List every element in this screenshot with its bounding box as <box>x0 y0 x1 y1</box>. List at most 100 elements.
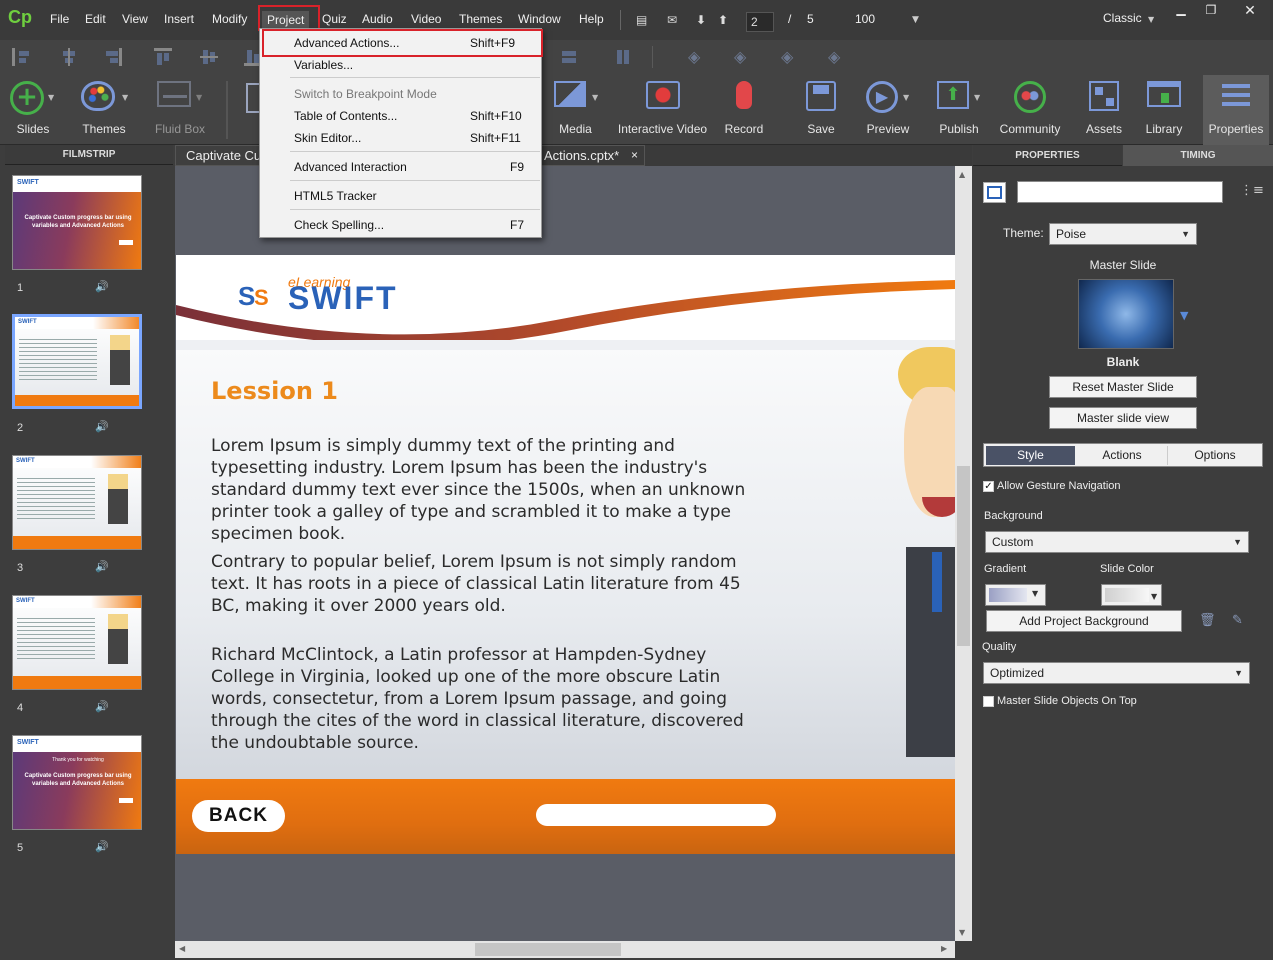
subtab-style[interactable]: Style <box>986 446 1075 465</box>
speaker-icon[interactable]: 🔊 <box>95 560 109 573</box>
horizontal-scroll-thumb[interactable] <box>475 943 621 956</box>
master-on-top-checkbox[interactable] <box>983 696 994 707</box>
arrow-up-icon[interactable]: ⬆ <box>718 14 732 26</box>
themes-dropdown-icon[interactable]: ▼ <box>122 93 128 102</box>
assets-button[interactable]: Assets <box>1080 75 1128 145</box>
save-button[interactable]: Save <box>795 75 847 145</box>
bring-to-front-icon[interactable]: ◈ <box>781 47 801 67</box>
align-right-icon[interactable] <box>104 48 122 66</box>
add-project-background-button[interactable]: Add Project Background <box>986 610 1182 632</box>
tab-properties[interactable]: PROPERTIES <box>973 145 1122 166</box>
properties-button[interactable]: Properties <box>1203 75 1269 145</box>
subtab-options[interactable]: Options <box>1170 446 1260 465</box>
mail-icon[interactable]: ✉ <box>667 14 681 26</box>
speaker-icon[interactable]: 🔊 <box>95 840 109 853</box>
tab-timing[interactable]: TIMING <box>1123 145 1273 166</box>
align-left-icon[interactable] <box>12 48 30 66</box>
menu-item-breakpoint-mode[interactable]: Switch to Breakpoint Mode <box>260 83 543 105</box>
paragraph-3[interactable]: Richard McClintock, a Latin professor at… <box>211 644 756 754</box>
slide-thumbnail-5[interactable]: SWIFT Thank you for watching Captivate C… <box>12 735 142 830</box>
interactive-video-button[interactable]: Interactive Video <box>615 75 710 145</box>
speaker-icon[interactable]: 🔊 <box>95 700 109 713</box>
media-dropdown-icon[interactable]: ▼ <box>592 93 598 102</box>
menu-help[interactable]: Help <box>579 12 604 26</box>
publish-button[interactable]: ⬆ ▼ Publish <box>930 75 988 145</box>
maximize-icon[interactable]: ❐ <box>1198 2 1224 20</box>
workspace-dropdown-icon[interactable]: ▼ <box>1148 15 1154 24</box>
text-tool-icon[interactable] <box>246 83 260 113</box>
tab-close-icon[interactable]: × <box>631 146 638 165</box>
zoom-dropdown-icon[interactable]: ▼ <box>912 15 919 25</box>
reset-master-button[interactable]: Reset Master Slide <box>1049 376 1197 398</box>
menu-window[interactable]: Window <box>518 12 561 26</box>
align-center-icon[interactable] <box>60 48 78 66</box>
library-button[interactable]: Library <box>1138 75 1190 145</box>
menu-modify[interactable]: Modify <box>212 12 247 26</box>
options-menu-icon[interactable]: ⋮≡ <box>1240 183 1264 198</box>
slide-thumbnail-4[interactable]: SWIFT <box>12 595 142 690</box>
record-button[interactable]: Record <box>718 75 770 145</box>
align-middle-icon[interactable] <box>200 48 218 66</box>
paragraph-1[interactable]: Lorem Ipsum is simply dummy text of the … <box>211 435 756 545</box>
align-top-icon[interactable] <box>154 48 172 66</box>
distribute-horizontal-icon[interactable] <box>560 48 578 66</box>
theme-dropdown[interactable]: Poise ▼ <box>1049 223 1197 245</box>
bring-forward-icon[interactable]: ◈ <box>688 47 708 67</box>
gradient-picker[interactable]: ▼ <box>985 584 1046 606</box>
menu-file[interactable]: File <box>50 12 69 26</box>
fluid-box-button[interactable]: ▼ Fluid Box <box>150 75 210 145</box>
slide-color-picker[interactable]: ▼ <box>1101 584 1162 606</box>
send-to-back-icon[interactable]: ◈ <box>828 47 848 67</box>
send-backward-icon[interactable]: ◈ <box>734 47 754 67</box>
minimize-icon[interactable]: ▁ <box>1168 2 1194 20</box>
allow-gesture-checkbox[interactable]: ✓ <box>983 481 994 492</box>
media-button[interactable]: ▼ Media <box>548 75 603 145</box>
menu-item-skin-editor[interactable]: Skin Editor... Shift+F11 <box>260 127 543 149</box>
slide-name-input[interactable] <box>1017 181 1223 203</box>
fluid-box-dropdown-icon[interactable]: ▼ <box>196 93 202 102</box>
tab-document-1[interactable]: Captivate Cu <box>175 145 260 166</box>
themes-button[interactable]: ▼ Themes <box>75 75 133 145</box>
menu-view[interactable]: View <box>122 12 148 26</box>
arrow-down-icon[interactable]: ⬇ <box>696 14 710 26</box>
slide-canvas[interactable]: S S eLearning SWIFT Lession 1 Lorem Ipsu… <box>176 255 955 854</box>
menu-audio[interactable]: Audio <box>362 12 393 26</box>
menu-insert[interactable]: Insert <box>164 12 194 26</box>
scroll-right-icon[interactable]: ▶ <box>941 944 947 953</box>
community-button[interactable]: Community <box>998 75 1062 145</box>
background-dropdown[interactable]: Custom ▼ <box>985 531 1249 553</box>
menu-item-check-spelling[interactable]: Check Spelling... F7 <box>260 214 543 236</box>
horizontal-scrollbar[interactable]: ◀ ▶ <box>175 941 955 958</box>
distribute-vertical-icon[interactable] <box>614 48 632 66</box>
slides-dropdown-icon[interactable]: ▼ <box>48 93 54 102</box>
speaker-icon[interactable]: 🔊 <box>95 420 109 433</box>
menu-quiz[interactable]: Quiz <box>322 12 347 26</box>
master-slide-thumbnail[interactable] <box>1078 279 1174 349</box>
scroll-down-icon[interactable]: ▼ <box>959 928 965 937</box>
paragraph-2[interactable]: Contrary to popular belief, Lorem Ipsum … <box>211 551 761 617</box>
slide-heading[interactable]: Lession 1 <box>211 377 338 405</box>
scroll-up-icon[interactable]: ▲ <box>959 170 965 179</box>
menu-item-html5-tracker[interactable]: HTML5 Tracker <box>260 185 543 207</box>
scroll-left-icon[interactable]: ◀ <box>179 944 185 953</box>
slide-thumbnail-2[interactable]: SWIFT <box>12 314 142 409</box>
menu-themes[interactable]: Themes <box>459 12 502 26</box>
speaker-icon[interactable]: 🔊 <box>95 280 109 293</box>
quality-dropdown[interactable]: Optimized ▼ <box>983 662 1250 684</box>
master-slide-view-button[interactable]: Master slide view <box>1049 407 1197 429</box>
slide-number-input[interactable]: 2 <box>746 12 774 32</box>
comment-icon[interactable]: ▤ <box>636 14 650 26</box>
menu-item-variables[interactable]: Variables... <box>260 54 543 76</box>
pencil-icon[interactable]: ✎ <box>1232 613 1243 628</box>
menu-item-table-of-contents[interactable]: Table of Contents... Shift+F10 <box>260 105 543 127</box>
close-icon[interactable]: ✕ <box>1230 0 1270 22</box>
preview-dropdown-icon[interactable]: ▼ <box>903 93 909 102</box>
menu-edit[interactable]: Edit <box>85 12 106 26</box>
back-button[interactable]: BACK <box>192 800 285 832</box>
slides-button[interactable]: + ▼ Slides <box>5 75 61 145</box>
menu-project[interactable]: Project <box>262 11 310 29</box>
workspace-selector[interactable]: Classic <box>1103 11 1142 25</box>
cartoon-character[interactable] <box>884 347 955 759</box>
zoom-value[interactable]: 100 <box>855 12 875 26</box>
trash-icon[interactable]: 🗑 <box>1199 613 1216 628</box>
